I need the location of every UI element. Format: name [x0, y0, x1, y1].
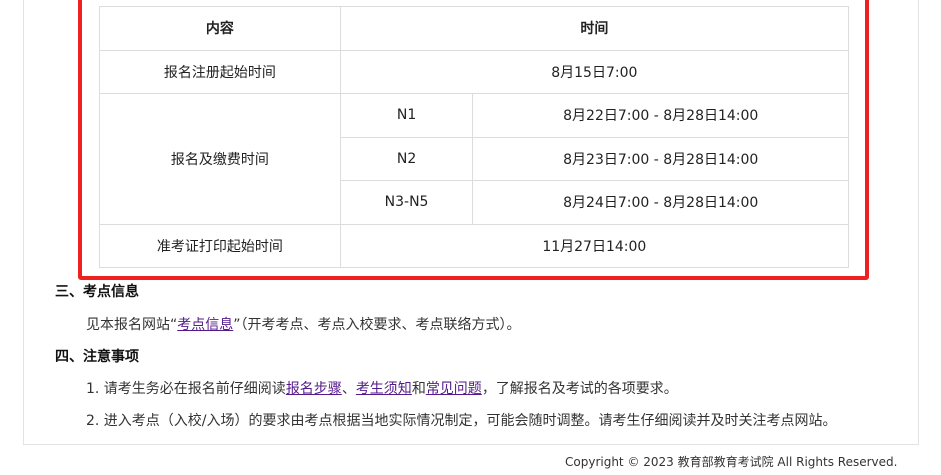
- paragraph-text: ，了解报名及考试的各项要求。: [481, 381, 678, 397]
- registration-steps-link[interactable]: 报名步骤: [286, 381, 342, 397]
- note-item-2: 2. 进入考点（入校/入场）的要求由考点根据当地实际情况制定，可能会随时调整。请…: [86, 413, 837, 429]
- section-title-exam-sites: 三、考点信息: [55, 284, 139, 300]
- section-title-notes: 四、注意事项: [55, 349, 139, 365]
- exam-sites-link[interactable]: 考点信息: [177, 317, 233, 333]
- paragraph-text: 1. 请考生务必在报名前仔细阅读: [86, 381, 286, 397]
- red-highlight-box: [78, 0, 869, 280]
- paragraph-text: ”（开考考点、考点入校要求、考点联络方式）。: [233, 317, 521, 333]
- exam-sites-paragraph: 见本报名网站“考点信息”（开考考点、考点入校要求、考点联络方式）。: [86, 314, 521, 334]
- separator-text: 和: [411, 381, 426, 397]
- copyright-text: Copyright © 2023 教育部教育考试院 All Rights Res…: [565, 455, 898, 469]
- paragraph-text: 见本报名网站“: [86, 317, 178, 333]
- faq-link[interactable]: 常见问题: [426, 381, 482, 397]
- candidate-notice-link[interactable]: 考生须知: [356, 381, 412, 397]
- note-item-1: 1. 请考生务必在报名前仔细阅读报名步骤、考生须知和常见问题，了解报名及考试的各…: [86, 378, 678, 398]
- separator-text: 、: [341, 381, 356, 397]
